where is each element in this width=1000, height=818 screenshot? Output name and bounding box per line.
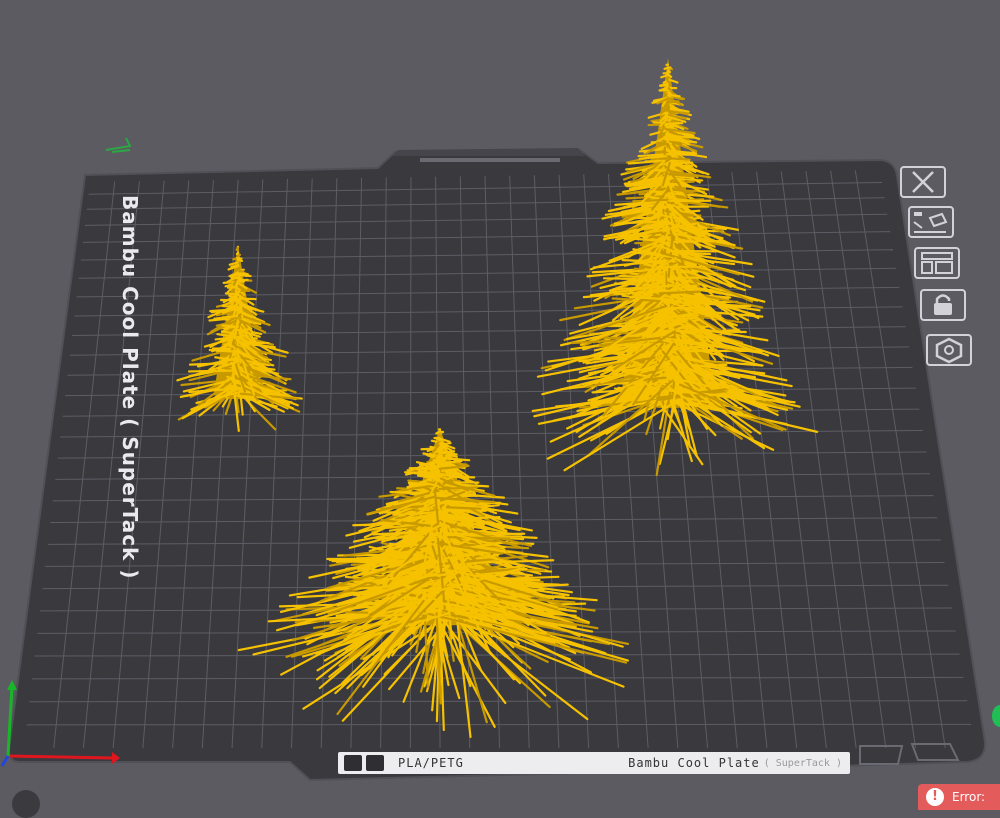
tree-bristle xyxy=(668,103,669,109)
filament-type: PLA/PETG xyxy=(398,756,464,770)
close-plate-button[interactable] xyxy=(900,166,946,198)
tree-bristle xyxy=(447,507,480,509)
error-icon: ! xyxy=(926,788,944,806)
tree-bristle xyxy=(633,200,667,202)
plate-info-bar[interactable]: PLA/PETG Bambu Cool Plate ( SuperTack ) xyxy=(338,752,850,774)
tree-bristle xyxy=(669,92,670,97)
tree-bristle xyxy=(436,438,440,439)
tree-bristle xyxy=(439,487,476,489)
pick-object-button[interactable] xyxy=(908,206,954,238)
build-plate xyxy=(9,150,985,780)
tree-bristle xyxy=(237,253,238,254)
tree-bristle xyxy=(665,68,668,69)
plate-name: Bambu Cool Plate xyxy=(628,756,760,770)
error-label: Error: xyxy=(952,790,985,804)
tree-bristle xyxy=(667,78,668,81)
tree-bristle xyxy=(236,284,237,293)
plate-marker-icon xyxy=(106,138,130,152)
tree-bristle xyxy=(231,277,238,278)
tree-bristle xyxy=(238,260,242,261)
plate-tab xyxy=(392,148,585,156)
plate-settings-button[interactable] xyxy=(926,334,972,366)
tree-bristle xyxy=(437,432,440,434)
3d-viewport[interactable]: Bambu Cool Plate ( SuperTack ) xyxy=(0,0,1000,805)
arrange-icon xyxy=(916,249,958,277)
plate-filament-icon xyxy=(366,755,384,771)
settings-hex-icon xyxy=(928,336,970,364)
error-notification[interactable]: ! Error: xyxy=(918,784,1000,810)
plate-sub-label: ( SuperTack ) xyxy=(764,758,842,769)
tree-bristle xyxy=(675,241,722,242)
camera-icon[interactable] xyxy=(12,790,40,818)
tree-bristle xyxy=(670,136,691,137)
tree-bristle xyxy=(670,186,671,190)
tree-bristle xyxy=(237,248,238,249)
lock-plate-button[interactable] xyxy=(920,289,966,321)
build-plate-scene[interactable] xyxy=(0,0,1000,805)
tree-bristle xyxy=(222,325,238,326)
pick-object-icon xyxy=(910,208,952,236)
tree-bristle xyxy=(239,280,240,281)
tree-bristle xyxy=(422,448,441,449)
tree-bristle xyxy=(189,370,238,371)
tree-bristle xyxy=(439,439,441,440)
arrange-button[interactable] xyxy=(914,247,960,279)
plate-side-label: Bambu Cool Plate ( SuperTack ) xyxy=(118,195,142,579)
tree-bristle xyxy=(444,520,445,530)
lock-icon xyxy=(922,291,964,319)
plate-tab-slot xyxy=(420,158,560,162)
tree-bristle xyxy=(441,443,442,446)
tree-bristle xyxy=(667,84,668,88)
plate-type-icon xyxy=(344,755,362,771)
tree-bristle xyxy=(666,123,680,124)
close-icon xyxy=(902,168,944,196)
